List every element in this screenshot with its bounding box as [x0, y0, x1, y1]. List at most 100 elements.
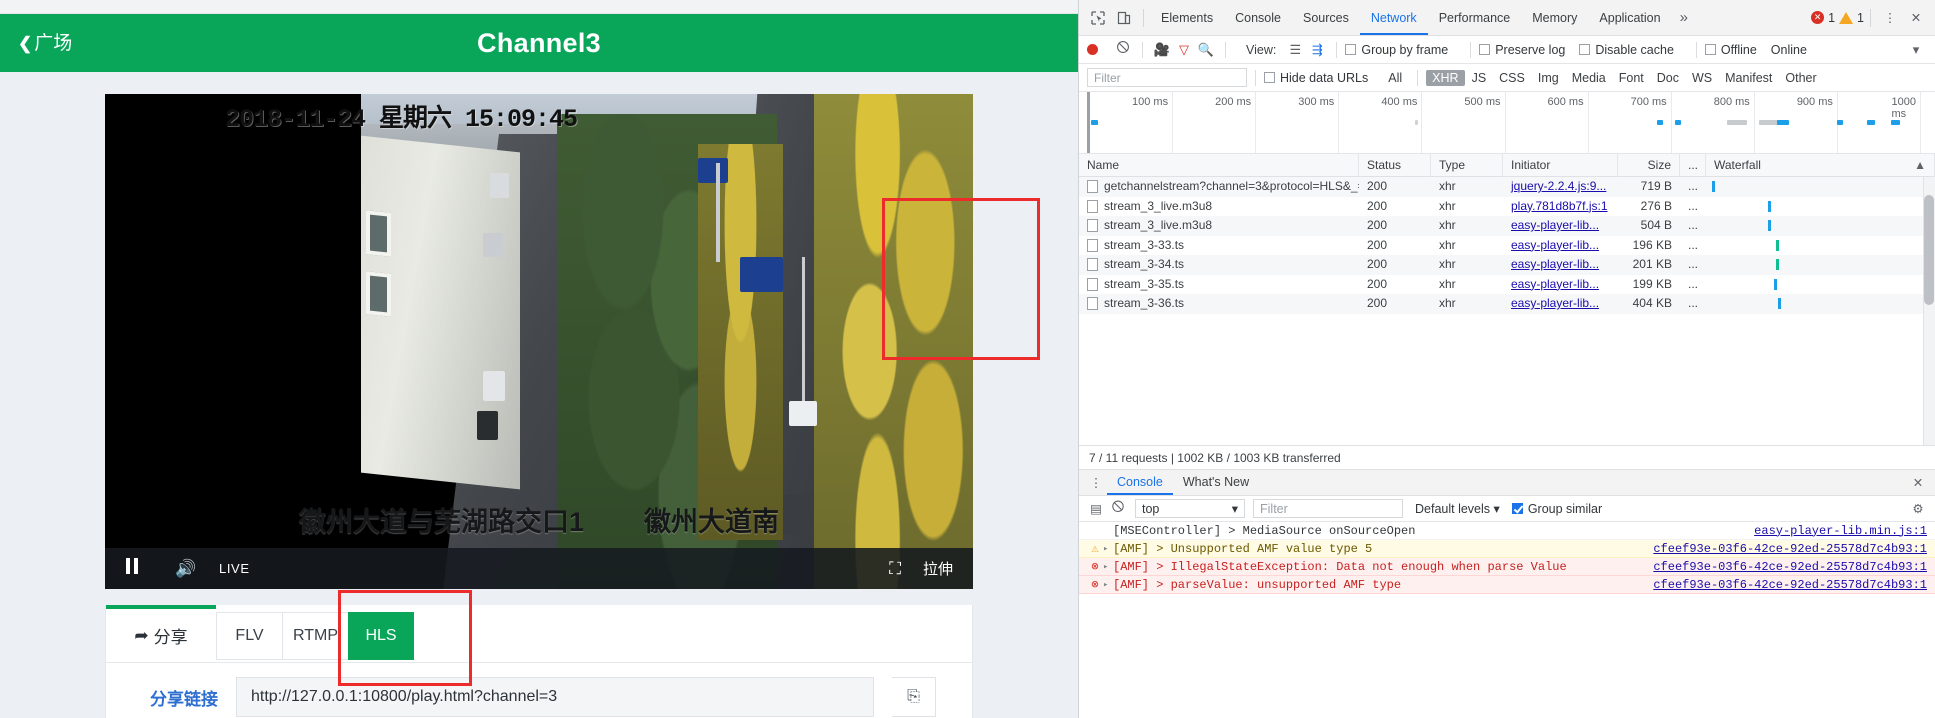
filter-type-manifest[interactable]: Manifest	[1719, 70, 1778, 86]
clear-console-icon[interactable]: 🛇	[1107, 498, 1129, 519]
initiator-link[interactable]: jquery-2.2.4.js:9...	[1511, 179, 1606, 193]
column-header-status[interactable]: Status	[1359, 153, 1431, 177]
protocol-hls-button[interactable]: HLS	[348, 611, 414, 660]
console-message[interactable]: [MSEController] > MediaSource onSourceOp…	[1079, 522, 1935, 540]
filter-type-doc[interactable]: Doc	[1651, 70, 1685, 86]
kebab-menu-icon[interactable]: ⋮	[1877, 5, 1903, 31]
group-by-frame-checkbox[interactable]: Group by frame	[1345, 43, 1448, 57]
expand-arrow-icon[interactable]: ▸	[1103, 562, 1113, 572]
table-row[interactable]: stream_3_live.m3u8 200 xhr play.781d8b7f…	[1079, 197, 1935, 217]
filter-type-img[interactable]: Img	[1532, 70, 1565, 86]
initiator-link[interactable]: easy-player-lib...	[1511, 296, 1599, 310]
console-message[interactable]: ⊗ ▸ [AMF] > IllegalStateException: Data …	[1079, 558, 1935, 576]
initiator-link[interactable]: play.781d8b7f.js:1	[1511, 199, 1608, 213]
expand-arrow-icon[interactable]: ▸	[1103, 544, 1113, 554]
tab-share[interactable]: ➦ 分享	[106, 605, 216, 662]
console-message-source[interactable]: cfeef93e-03f6-42ce-92ed-25578d7c4b93:1	[1643, 578, 1927, 592]
error-warning-counts[interactable]: ✕ 1 1	[1811, 11, 1864, 25]
tab-console[interactable]: Console	[1224, 1, 1292, 35]
tab-performance[interactable]: Performance	[1428, 1, 1522, 35]
online-throttle-select[interactable]: Online	[1771, 43, 1807, 57]
group-by-frame-label: Group by frame	[1361, 42, 1449, 57]
table-row[interactable]: stream_3-33.ts 200 xhr easy-player-lib..…	[1079, 236, 1935, 256]
filter-type-media[interactable]: Media	[1566, 70, 1612, 86]
tab-network[interactable]: Network	[1360, 1, 1428, 35]
initiator-link[interactable]: easy-player-lib...	[1511, 277, 1599, 291]
volume-button[interactable]: 🔊	[159, 559, 213, 579]
timeline-left-handle[interactable]	[1087, 92, 1090, 153]
protocol-rtmp-button[interactable]: RTMP	[282, 611, 348, 660]
disable-cache-checkbox[interactable]: Disable cache	[1579, 43, 1674, 57]
tab-elements[interactable]: Elements	[1150, 1, 1224, 35]
cell-name: stream_3-36.ts	[1079, 294, 1359, 314]
group-similar-checkbox[interactable]: Group similar	[1511, 502, 1602, 516]
gear-icon[interactable]: ⚙	[1907, 501, 1929, 516]
console-message[interactable]: ⚠ ▸ [AMF] > Unsupported AMF value type 5…	[1079, 540, 1935, 558]
video-player[interactable]: 2018-11-24 星期六 15:09:45 徽州大道与芜湖路交口1 徽州大道…	[105, 94, 973, 589]
filter-type-xhr[interactable]: XHR	[1426, 69, 1465, 86]
clear-icon[interactable]: 🛇	[1112, 39, 1134, 61]
protocol-flv-button[interactable]: FLV	[216, 611, 282, 660]
table-row[interactable]: stream_3-35.ts 200 xhr easy-player-lib..…	[1079, 275, 1935, 295]
filter-type-font[interactable]: Font	[1613, 70, 1650, 86]
console-levels-select[interactable]: Default levels ▾	[1415, 501, 1500, 516]
record-icon[interactable]	[1087, 44, 1098, 55]
preserve-log-checkbox[interactable]: Preserve log	[1479, 43, 1565, 57]
console-message-source[interactable]: cfeef93e-03f6-42ce-92ed-25578d7c4b93:1	[1643, 542, 1927, 556]
waterfall-view-icon[interactable]: ⇶	[1306, 42, 1328, 58]
column-header-type[interactable]: Type	[1431, 153, 1503, 177]
console-sidebar-icon[interactable]: ▤	[1085, 501, 1107, 516]
console-message-source[interactable]: easy-player-lib.min.js:1	[1744, 524, 1927, 538]
stretch-button[interactable]: 拉伸	[923, 558, 953, 579]
filter-type-css[interactable]: CSS	[1493, 70, 1531, 86]
hide-data-urls-checkbox[interactable]: Hide data URLs	[1264, 71, 1368, 85]
drawer-tab-console[interactable]: Console	[1107, 470, 1173, 495]
filter-type-js[interactable]: JS	[1466, 70, 1493, 86]
fullscreen-icon[interactable]: ⛶	[889, 559, 901, 579]
tab-memory[interactable]: Memory	[1521, 1, 1588, 35]
column-header-waterfall[interactable]: Waterfall ▲	[1706, 153, 1935, 177]
close-icon[interactable]: ✕	[1903, 5, 1929, 31]
chevron-down-icon[interactable]: ▾	[1905, 42, 1927, 58]
console-filter-input[interactable]: Filter	[1253, 499, 1403, 518]
console-message-text: [AMF] > parseValue: unsupported AMF type	[1113, 577, 1402, 592]
column-header-initiator[interactable]: Initiator	[1503, 153, 1618, 177]
table-row[interactable]: stream_3_live.m3u8 200 xhr easy-player-l…	[1079, 216, 1935, 236]
expand-arrow-icon[interactable]: ▸	[1103, 580, 1113, 590]
copy-link-button[interactable]: ⎘	[892, 677, 936, 717]
network-timeline-overview[interactable]: 100 ms 200 ms 300 ms 400 ms 500 ms 600 ms 700 …	[1079, 92, 1935, 154]
chevron-double-right-icon[interactable]: »	[1672, 9, 1696, 26]
close-icon[interactable]: ✕	[1907, 475, 1929, 490]
table-row[interactable]: stream_3-34.ts 200 xhr easy-player-lib..…	[1079, 255, 1935, 275]
offline-checkbox[interactable]: Offline	[1704, 43, 1757, 57]
share-link-input[interactable]: http://127.0.0.1:10800/play.html?channel…	[236, 677, 874, 717]
device-toolbar-icon[interactable]	[1111, 5, 1137, 31]
screenshot-camera-icon[interactable]: 🎥	[1151, 42, 1173, 58]
initiator-link[interactable]: easy-player-lib...	[1511, 257, 1599, 271]
network-request-list[interactable]: getchannelstream?channel=3&protocol=HLS&…	[1079, 177, 1935, 445]
list-view-icon[interactable]: ☰	[1284, 42, 1306, 58]
funnel-filter-icon[interactable]: ▽	[1173, 42, 1195, 58]
inspect-element-icon[interactable]	[1085, 5, 1111, 31]
table-row[interactable]: getchannelstream?channel=3&protocol=HLS&…	[1079, 177, 1935, 197]
console-message-list[interactable]: [MSEController] > MediaSource onSourceOp…	[1079, 522, 1935, 718]
tab-sources[interactable]: Sources	[1292, 1, 1360, 35]
search-icon[interactable]: 🔍	[1195, 42, 1217, 58]
kebab-menu-icon[interactable]: ⋮	[1085, 475, 1107, 490]
column-header-name[interactable]: Name	[1079, 153, 1359, 177]
tab-application[interactable]: Application	[1588, 1, 1671, 35]
initiator-link[interactable]: easy-player-lib...	[1511, 238, 1599, 252]
filter-type-other[interactable]: Other	[1779, 70, 1822, 86]
pause-button[interactable]	[105, 558, 159, 579]
column-header-overflow[interactable]: ...	[1680, 153, 1706, 177]
console-message[interactable]: ⊗ ▸ [AMF] > parseValue: unsupported AMF …	[1079, 576, 1935, 594]
filter-type-ws[interactable]: WS	[1686, 70, 1718, 86]
drawer-tab-whats-new[interactable]: What's New	[1173, 470, 1259, 495]
filter-type-all[interactable]: All	[1382, 70, 1408, 86]
console-context-select[interactable]: top ▾	[1135, 499, 1245, 518]
network-filter-input[interactable]: Filter	[1087, 68, 1247, 87]
initiator-link[interactable]: easy-player-lib...	[1511, 218, 1599, 232]
console-message-source[interactable]: cfeef93e-03f6-42ce-92ed-25578d7c4b93:1	[1643, 560, 1927, 574]
table-row[interactable]: stream_3-36.ts 200 xhr easy-player-lib..…	[1079, 294, 1935, 314]
column-header-size[interactable]: Size	[1618, 153, 1680, 177]
